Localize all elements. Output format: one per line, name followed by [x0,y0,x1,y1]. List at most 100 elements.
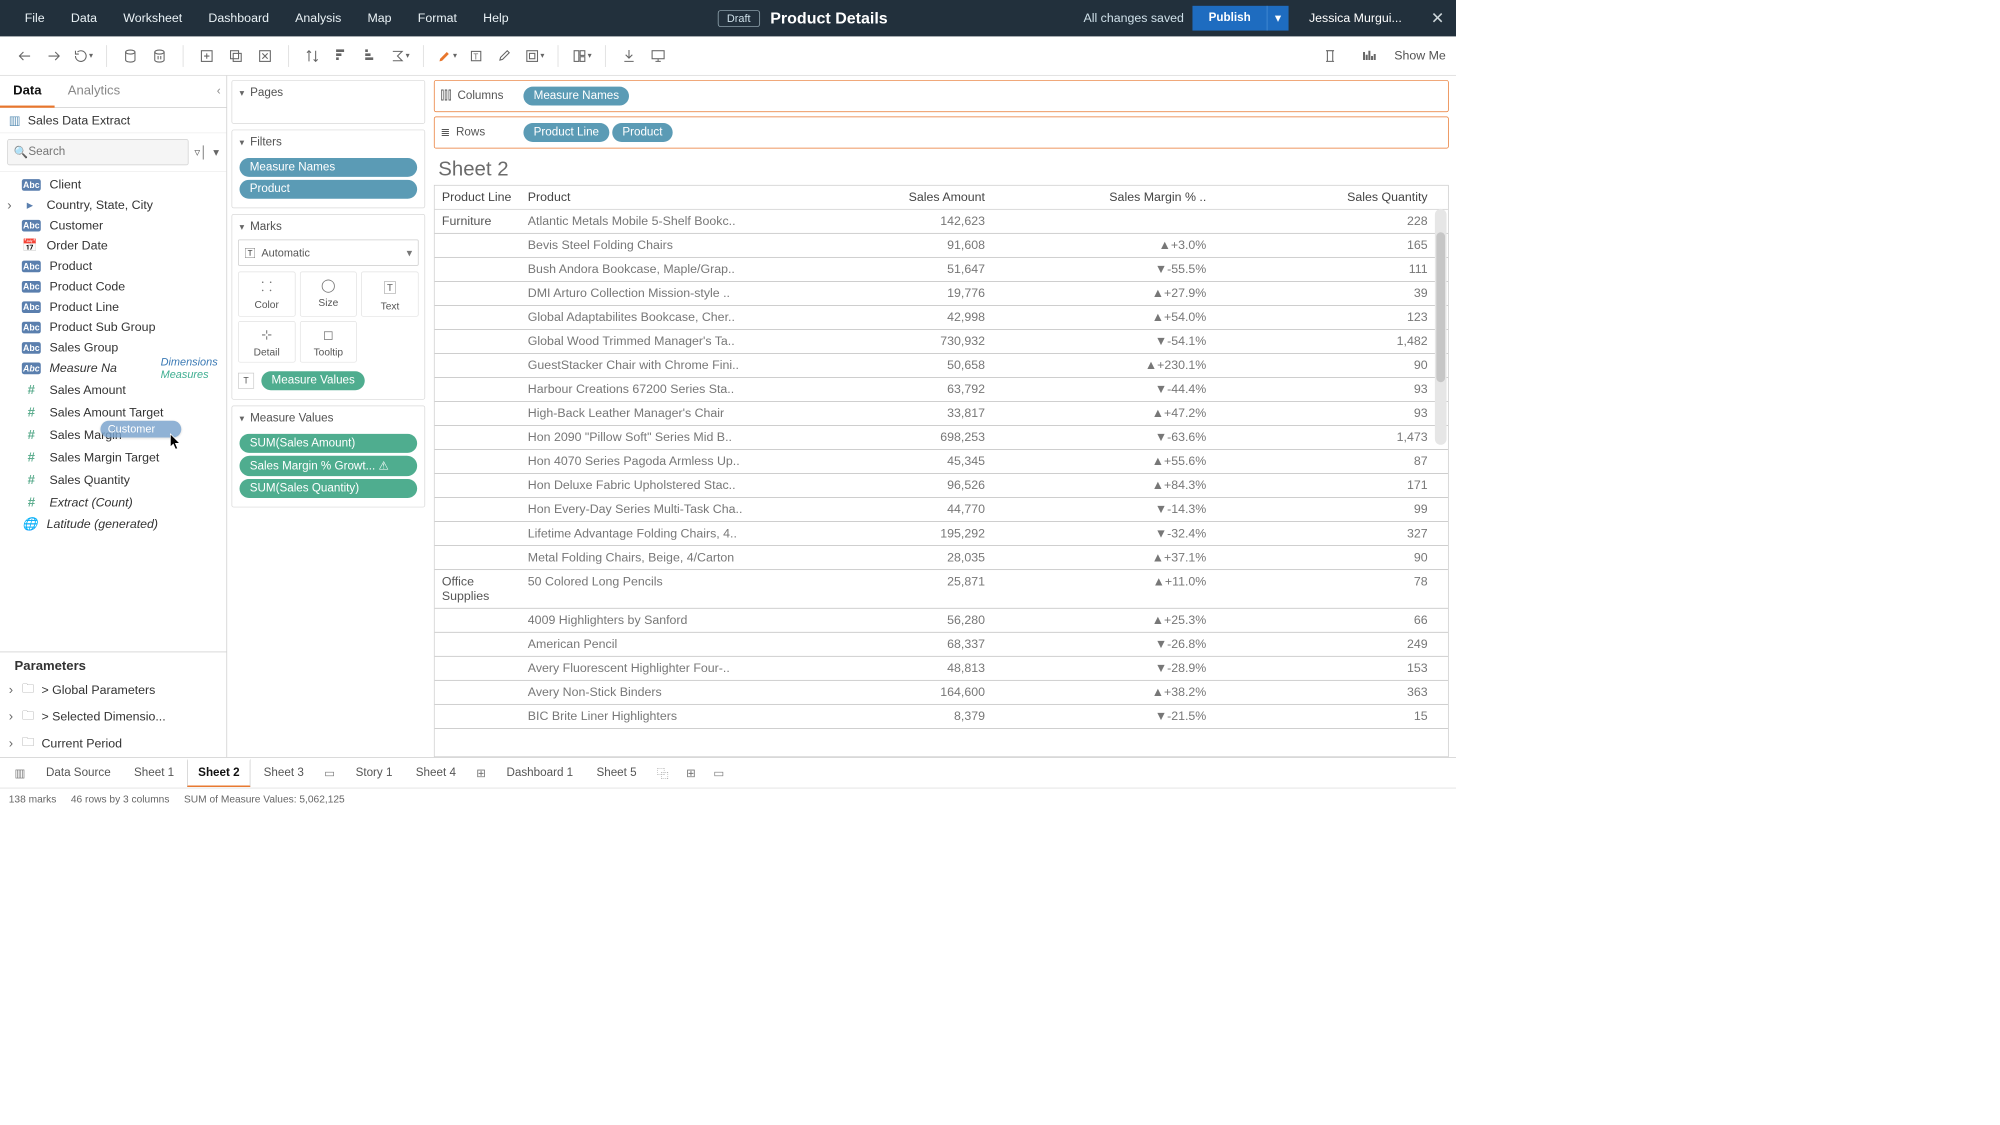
table-row[interactable]: OfficeSupplies50 Colored Long Pencils25,… [435,570,1448,609]
table-row[interactable]: Global Adaptabilites Bookcase, Cher..42,… [435,306,1448,330]
swap-icon[interactable] [298,41,327,70]
table-row[interactable]: Avery Fluorescent Highlighter Four-..48,… [435,657,1448,681]
tab-analytics[interactable]: Analytics [55,76,134,107]
table-row[interactable]: Hon 4070 Series Pagoda Armless Up..45,34… [435,450,1448,474]
marks-tooltip[interactable]: ◻Tooltip [300,321,357,362]
tab-dashboard1[interactable]: Dashboard 1 [496,760,583,785]
new-datasource-icon[interactable] [116,41,145,70]
mark-type-select[interactable]: 🅃 Automatic ▾ [238,240,419,266]
menu-file[interactable]: File [12,11,58,26]
measure-value-pill[interactable]: SUM(Sales Amount) [240,434,418,453]
field-sales-quantity[interactable]: #Sales Quantity [0,469,226,492]
datasource-tab-icon[interactable]: ▥ [7,765,33,780]
rows-shelf[interactable]: ≣Rows Product LineProduct [434,116,1449,148]
publish-dropdown[interactable]: ▾ [1267,6,1289,31]
table-row[interactable]: 4009 Highlighters by Sanford56,280▲+25.3… [435,609,1448,633]
table-row[interactable]: Lifetime Advantage Folding Chairs, 4..19… [435,522,1448,546]
columns-shelf[interactable]: ⫿⫿⫿Columns Measure Names [434,80,1449,112]
show-me-button[interactable]: Show Me [1394,48,1446,63]
new-story-tab-icon[interactable]: ▭ [706,765,732,780]
guide-icon[interactable] [1316,41,1345,70]
tab-sheet5[interactable]: Sheet 5 [586,760,647,785]
marks-color[interactable]: ⸬Color [238,272,295,317]
filter-pill[interactable]: Product [240,180,418,199]
search-input[interactable]: 🔍 [7,139,188,165]
table-row[interactable]: DMI Arturo Collection Mission-style ..19… [435,282,1448,306]
tab-sheet3[interactable]: Sheet 3 [253,760,314,785]
view-cards-icon[interactable]: ▾ [567,41,596,70]
filter-pill[interactable]: Measure Names [240,158,418,177]
table-row[interactable]: Hon Deluxe Fabric Upholstered Stac..96,5… [435,474,1448,498]
revert-button[interactable]: ▾ [68,41,97,70]
field-latitude-generated-[interactable]: 🌐Latitude (generated) [0,514,226,534]
table-row[interactable]: Global Wood Trimmed Manager's Ta..730,93… [435,330,1448,354]
download-icon[interactable] [614,41,643,70]
field-customer[interactable]: AbcCustomer [0,215,226,235]
header-product-line[interactable]: Product Line [435,190,522,205]
menu-format[interactable]: Format [405,11,470,26]
fit-icon[interactable]: ▾ [520,41,549,70]
undo-button[interactable] [10,41,39,70]
tab-sheet1[interactable]: Sheet 1 [124,760,185,785]
table-row[interactable]: Harbour Creations 67200 Series Sta..63,7… [435,378,1448,402]
field-client[interactable]: AbcClient [0,175,226,195]
close-icon[interactable]: ✕ [1431,9,1444,28]
marks-text[interactable]: 🅃Text [361,272,418,317]
data-guide-icon[interactable] [1355,41,1384,70]
table-row[interactable]: BIC Brite Liner Highlighters8,379▼-21.5%… [435,705,1448,729]
scroll-thumb[interactable] [1436,232,1445,382]
new-dashboard-tab-icon[interactable]: ⊞ [679,765,703,780]
rows-pill[interactable]: Product Line [523,123,609,142]
rows-pill[interactable]: Product [612,123,673,142]
table-row[interactable]: FurnitureAtlantic Metals Mobile 5-Shelf … [435,210,1448,234]
new-worksheet-icon[interactable] [192,41,221,70]
measure-values-pill[interactable]: Measure Values [261,371,365,390]
field-product-sub-group[interactable]: AbcProduct Sub Group [0,317,226,337]
table-row[interactable]: Bush Andora Bookcase, Maple/Grap..51,647… [435,258,1448,282]
field-extract-count-[interactable]: #Extract (Count) [0,491,226,514]
header-sales-quantity[interactable]: Sales Quantity [1227,190,1448,205]
table-row[interactable]: Bevis Steel Folding Chairs91,608▲+3.0%16… [435,234,1448,258]
sort-asc-icon[interactable] [327,41,356,70]
fields-menu-icon[interactable]: ▾ [213,145,219,160]
measure-value-pill[interactable]: SUM(Sales Quantity) [240,479,418,498]
columns-pill[interactable]: Measure Names [523,87,629,106]
data-source-tab[interactable]: Data Source [36,760,121,785]
field-sales-amount[interactable]: #Sales Amount [0,379,226,402]
header-sales-margin[interactable]: Sales Margin % .. [1005,190,1226,205]
scrollbar[interactable] [1435,209,1447,445]
format-icon[interactable] [491,41,520,70]
table-row[interactable]: GuestStacker Chair with Chrome Fini..50,… [435,354,1448,378]
new-worksheet-tab-icon[interactable]: ⿻ [650,764,676,781]
marks-detail[interactable]: ⊹Detail [238,321,295,362]
menu-analysis[interactable]: Analysis [282,11,354,26]
sort-desc-icon[interactable] [356,41,385,70]
tab-sheet4[interactable]: Sheet 4 [406,760,467,785]
marks-size[interactable]: ◯Size [300,272,357,317]
field-product[interactable]: AbcProduct [0,256,226,276]
redo-button[interactable] [39,41,68,70]
parameter-item[interactable]: 🗀> Selected Dimensio... [0,703,226,730]
tab-sheet2[interactable]: Sheet 2 [187,758,250,786]
clear-sheet-icon[interactable] [250,41,279,70]
publish-button[interactable]: Publish ▾ [1193,6,1289,31]
tab-story1[interactable]: Story 1 [345,760,402,785]
field-country-state-city[interactable]: ▸Country, State, City [0,195,226,215]
field-product-line[interactable]: AbcProduct Line [0,297,226,317]
duplicate-icon[interactable] [221,41,250,70]
tab-data[interactable]: Data [0,76,55,108]
text-encoding-icon[interactable]: T [238,373,254,389]
table-row[interactable]: Avery Non-Stick Binders164,600▲+38.2%363 [435,681,1448,705]
menu-worksheet[interactable]: Worksheet [110,11,195,26]
highlight-icon[interactable]: ▾ [432,41,461,70]
field-order-date[interactable]: 📅Order Date [0,236,226,256]
table-row[interactable]: American Pencil68,337▼-26.8%249 [435,633,1448,657]
menu-map[interactable]: Map [354,11,404,26]
pause-data-icon[interactable] [145,41,174,70]
field-product-code[interactable]: AbcProduct Code [0,277,226,297]
filters-shelf[interactable]: Filters Measure NamesProduct [232,130,426,209]
collapse-pane-icon[interactable]: ‹ [209,76,226,107]
table-row[interactable]: Hon 2090 "Pillow Soft" Series Mid B..698… [435,426,1448,450]
pages-shelf[interactable]: Pages [232,80,426,124]
user-name[interactable]: Jessica Murgui... [1309,11,1402,26]
